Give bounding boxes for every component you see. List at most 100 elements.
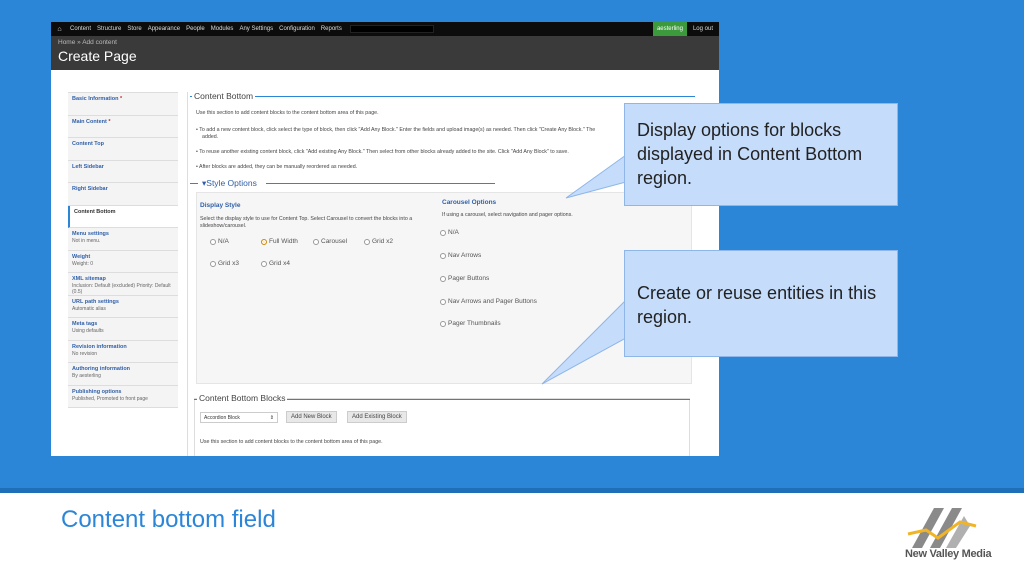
redacted-bar: [349, 25, 434, 33]
add-existing-block-button[interactable]: Add Existing Block: [347, 411, 407, 423]
style-options-legend[interactable]: ▾Style Options: [200, 178, 259, 189]
vtab-content-top[interactable]: Content Top: [68, 138, 178, 161]
menu-content[interactable]: Content: [70, 26, 91, 32]
vtab-summary: Published, Promoted to front page: [72, 395, 148, 402]
vtab-summary: By aesterling: [72, 373, 101, 379]
vtab-meta-tags[interactable]: Meta tags Using defaults: [68, 318, 178, 341]
menu-appearance[interactable]: Appearance: [148, 26, 180, 32]
radio-display-carousel[interactable]: Carousel: [313, 238, 347, 245]
menu-any-settings[interactable]: Any Settings: [239, 26, 273, 32]
bullet-item: • To reuse another existing content bloc…: [196, 149, 569, 155]
vtab-label: Revision information: [72, 343, 127, 350]
logout-link[interactable]: Log out: [687, 22, 719, 36]
radio-carousel-nav-arrows-pager[interactable]: Nav Arrows and Pager Buttons: [440, 298, 537, 305]
vtab-revision-information[interactable]: Revision information No revision: [68, 340, 178, 363]
user-link[interactable]: aesterling: [652, 22, 687, 36]
content-bottom-legend: Content Bottom: [192, 91, 256, 101]
radio-dot[interactable]: [313, 238, 319, 245]
vtab-label: Meta tags: [72, 321, 98, 327]
callout-create-reuse: Create or reuse entities in this region.: [624, 250, 898, 357]
radio-dot[interactable]: [440, 320, 446, 327]
vtab-label: XML sitemap: [72, 276, 106, 282]
vtab-content-bottom[interactable]: Content Bottom: [68, 205, 178, 228]
bullet-item: • After blocks are added, they can be ma…: [196, 164, 358, 170]
radio-carousel-nav-arrows[interactable]: Nav Arrows: [440, 252, 481, 259]
radio-dot[interactable]: [440, 298, 446, 305]
display-style-help: Select the display style to use for Cont…: [200, 216, 413, 229]
menu-reports[interactable]: Reports: [321, 26, 342, 32]
vtab-right-sidebar[interactable]: Right Sidebar: [68, 183, 178, 206]
radio-display-na[interactable]: N/A: [210, 238, 229, 245]
radio-dot[interactable]: [364, 238, 370, 245]
blocks-legend: Content Bottom Blocks: [197, 393, 288, 403]
radio-dot[interactable]: [210, 260, 216, 267]
bullet-continuation: added.: [202, 134, 219, 140]
block-type-select[interactable]: Accordion Block ⇕: [200, 412, 278, 423]
bullet-item: • To add a new content block, click sele…: [196, 127, 596, 133]
fieldset-rule: [190, 96, 695, 97]
vtab-label: Content Bottom: [74, 208, 116, 215]
required-marker: *: [119, 96, 123, 102]
vtab-summary: No revision: [72, 350, 98, 357]
radio-dot[interactable]: [261, 260, 267, 267]
menu-modules[interactable]: Modules: [211, 26, 234, 32]
vtab-label: Main Content: [72, 118, 107, 125]
vtab-basic-information[interactable]: Basic Information *: [68, 93, 178, 116]
fieldset-rule: [190, 183, 198, 184]
vtab-label: Right Sidebar: [72, 186, 108, 192]
fieldset-rule: [266, 183, 495, 184]
blocks-help: Use this section to add content blocks t…: [200, 439, 383, 445]
add-new-block-button[interactable]: Add New Block: [286, 411, 337, 423]
display-style-title: Display Style: [200, 202, 241, 209]
breadcrumb[interactable]: Home » Add content: [58, 39, 117, 46]
vtab-summary: Using defaults: [72, 328, 104, 334]
blocks-fieldset: [194, 398, 690, 456]
radio-dot[interactable]: [440, 275, 446, 282]
vtab-menu-settings[interactable]: Menu settings Not in menu.: [68, 228, 178, 251]
menu-store[interactable]: Store: [127, 26, 141, 32]
vtab-label: Menu settings: [72, 231, 109, 237]
radio-dot[interactable]: [210, 238, 216, 245]
radio-display-grid-x4[interactable]: Grid x4: [261, 260, 290, 267]
radio-carousel-pager-thumbnails[interactable]: Pager Thumbnails: [440, 320, 501, 327]
menu-structure[interactable]: Structure: [97, 26, 121, 32]
vtab-xml-sitemap[interactable]: XML sitemap Inclusion: Default (excluded)…: [68, 273, 178, 296]
vtab-label: Publishing options: [72, 388, 122, 395]
vtab-summary: Inclusion: Default (excluded) Priority: …: [72, 283, 171, 295]
content-bottom-intro: Use this section to add content blocks t…: [196, 110, 379, 116]
vtab-weight[interactable]: Weight Weight: 0: [68, 250, 178, 273]
radio-display-full-width[interactable]: Full Width: [261, 238, 298, 245]
menu-people[interactable]: People: [186, 26, 205, 32]
radio-carousel-na[interactable]: N/A: [440, 229, 459, 236]
content-area: Basic Information * Main Content * Conte…: [51, 70, 719, 456]
logo-text: New Valley Media: [905, 548, 992, 560]
vtab-publishing-options[interactable]: Publishing options Published, Promoted to…: [68, 385, 178, 408]
vtab-label: Left Sidebar: [72, 163, 104, 170]
home-icon[interactable]: ⌂: [55, 25, 64, 34]
radio-carousel-pager-buttons[interactable]: Pager Buttons: [440, 275, 489, 282]
radio-display-grid-x3[interactable]: Grid x3: [210, 260, 239, 267]
radio-dot[interactable]: [440, 252, 446, 259]
carousel-options-help: If using a carousel, select navigation a…: [442, 212, 573, 218]
vtab-authoring-information[interactable]: Authoring information By aesterling: [68, 363, 178, 386]
radio-display-grid-x2[interactable]: Grid x2: [364, 238, 393, 245]
page-header: Home » Add content Create Page: [51, 36, 719, 70]
carousel-options-title: Carousel Options: [442, 199, 497, 206]
drupal-screenshot: ⌂ Content Structure Store Appearance Peo…: [51, 22, 719, 456]
slide-caption: Content bottom field: [61, 506, 276, 533]
vtab-label: URL path settings: [72, 298, 119, 305]
vtab-summary: Weight: 0: [72, 260, 94, 267]
select-arrows-icon: ⇕: [269, 414, 274, 421]
admin-toolbar: ⌂ Content Structure Store Appearance Peo…: [51, 22, 719, 36]
callout-display-options: Display options for blocks displayed in …: [624, 103, 898, 206]
menu-configuration[interactable]: Configuration: [279, 26, 315, 32]
vtab-label: Authoring information: [72, 366, 131, 372]
radio-dot[interactable]: [440, 229, 446, 236]
vertical-tabs: Basic Information * Main Content * Conte…: [68, 92, 178, 408]
vtab-url-path-settings[interactable]: URL path settings Automatic alias: [68, 295, 178, 318]
vtab-main-content[interactable]: Main Content *: [68, 115, 178, 138]
vtab-left-sidebar[interactable]: Left Sidebar: [68, 160, 178, 183]
radio-dot-selected[interactable]: [261, 238, 267, 245]
vtab-label: Weight: [72, 253, 91, 260]
vtab-label: Basic Information: [72, 96, 119, 102]
